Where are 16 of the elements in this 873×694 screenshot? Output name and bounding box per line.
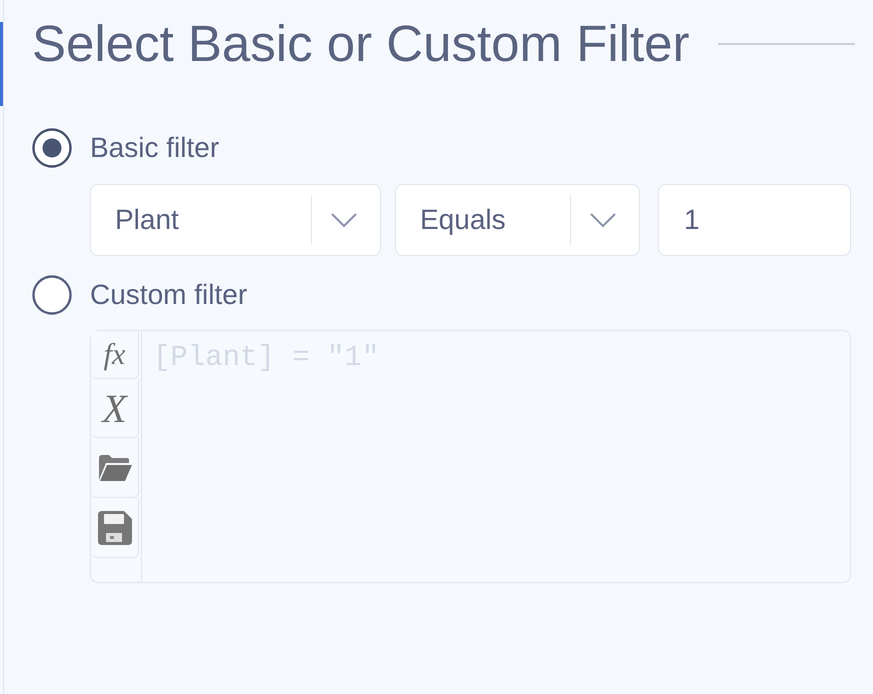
column-dropdown[interactable]: Plant bbox=[90, 184, 381, 256]
folder-icon bbox=[98, 454, 132, 482]
radio-button[interactable] bbox=[32, 275, 72, 315]
radio-button[interactable] bbox=[32, 128, 72, 168]
caret-icon bbox=[330, 212, 358, 228]
save-button[interactable] bbox=[91, 498, 139, 558]
variable-button[interactable]: X bbox=[91, 379, 139, 438]
function-button[interactable]: fx bbox=[91, 331, 139, 379]
caret-icon bbox=[589, 212, 617, 228]
folder-button[interactable] bbox=[91, 438, 139, 498]
section-title: Select Basic or Custom Filter bbox=[32, 14, 690, 74]
save-icon bbox=[98, 510, 132, 544]
option-label: Basic filter bbox=[90, 132, 220, 164]
value-input[interactable]: 1 bbox=[658, 184, 851, 256]
operator-dropdown[interactable]: Equals bbox=[395, 184, 640, 256]
option-label: Custom filter bbox=[90, 279, 248, 311]
